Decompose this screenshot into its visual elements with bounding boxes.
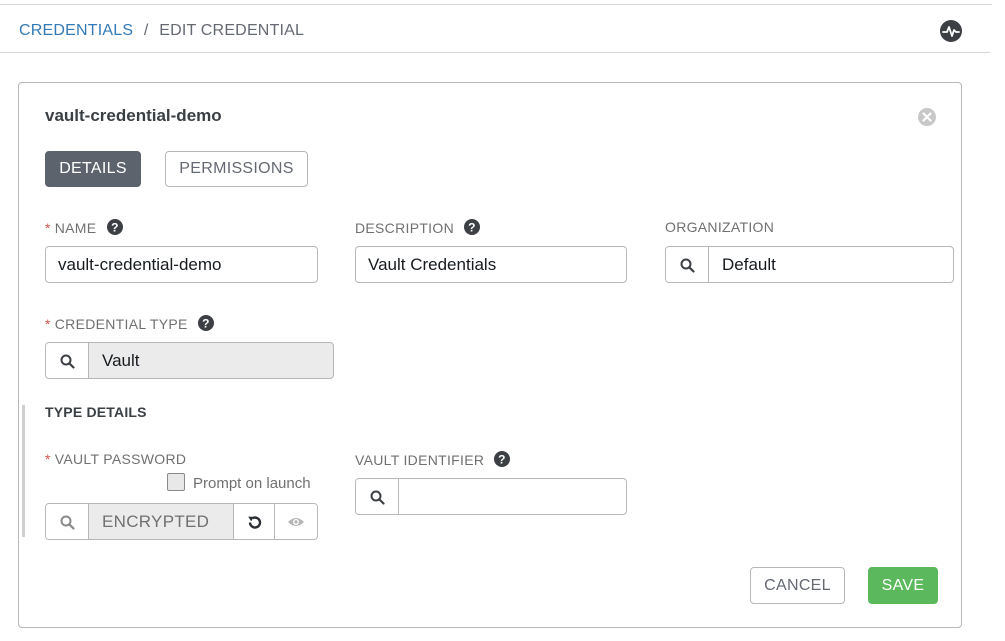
type-details-heading: TYPE DETAILS — [45, 404, 147, 420]
breadcrumb-bar: CREDENTIALS / EDIT CREDENTIAL — [0, 5, 990, 53]
required-marker: * — [45, 220, 51, 236]
prompt-on-launch-label: Prompt on launch — [193, 475, 311, 492]
vault-identifier-input[interactable] — [399, 479, 626, 514]
description-label: DESCRIPTION ? — [355, 219, 481, 236]
vault-identifier-label-text: VAULT IDENTIFIER — [355, 452, 485, 468]
breadcrumb-credentials-link[interactable]: CREDENTIALS — [19, 22, 133, 39]
breadcrumb: CREDENTIALS / EDIT CREDENTIAL — [19, 22, 304, 40]
breadcrumb-current: EDIT CREDENTIAL — [159, 22, 305, 39]
description-input[interactable]: Vault Credentials — [355, 246, 627, 283]
credential-type-label-text: CREDENTIAL TYPE — [54, 316, 188, 332]
organization-search-button[interactable] — [666, 247, 709, 282]
question-circle-icon[interactable]: ? — [464, 219, 481, 235]
prompt-on-launch: Prompt on launch — [167, 473, 311, 492]
question-circle-icon[interactable]: ? — [106, 219, 123, 235]
organization-value[interactable]: Default — [709, 247, 953, 282]
search-icon — [680, 258, 695, 273]
vault-password-group: ENCRYPTED — [45, 503, 318, 540]
credential-type-search-button[interactable] — [46, 343, 89, 378]
name-label: * NAME ? — [45, 219, 123, 236]
svg-text:?: ? — [111, 221, 119, 235]
organization-lookup: Default — [665, 246, 954, 283]
required-marker: * — [45, 451, 51, 467]
svg-text:?: ? — [499, 453, 507, 467]
required-marker: * — [45, 316, 51, 332]
description-label-text: DESCRIPTION — [355, 220, 454, 236]
question-circle-icon[interactable]: ? — [197, 315, 214, 331]
vault-identifier-label: VAULT IDENTIFIER ? — [355, 451, 511, 468]
vault-password-show-button[interactable] — [275, 504, 317, 539]
close-circle-icon[interactable] — [917, 107, 937, 127]
svg-text:?: ? — [468, 221, 476, 235]
search-icon — [60, 515, 75, 530]
organization-label: ORGANIZATION — [665, 219, 775, 235]
card-title: vault-credential-demo — [45, 106, 222, 125]
eye-icon — [288, 518, 304, 526]
search-icon — [60, 354, 75, 369]
cancel-button[interactable]: CANCEL — [750, 567, 845, 604]
vault-password-label-text: VAULT PASSWORD — [54, 451, 187, 467]
search-icon — [370, 490, 385, 505]
credential-type-lookup: Vault — [45, 342, 334, 379]
activity-stream-icon[interactable] — [940, 20, 962, 42]
breadcrumb-separator: / — [143, 22, 149, 39]
vault-identifier-search-button[interactable] — [356, 479, 399, 514]
svg-text:?: ? — [202, 317, 210, 331]
credential-type-value: Vault — [102, 351, 140, 370]
vault-password-revert-button[interactable] — [233, 504, 275, 539]
vault-password-input[interactable]: ENCRYPTED — [89, 504, 233, 539]
vault-password-label: * VAULT PASSWORD — [45, 451, 186, 467]
tab-permissions[interactable]: PERMISSIONS — [165, 151, 308, 187]
save-button[interactable]: SAVE — [868, 567, 938, 604]
name-input[interactable]: vault-credential-demo — [45, 246, 318, 283]
name-label-text: NAME — [54, 220, 97, 236]
left-edge-bar — [22, 405, 25, 537]
revert-icon — [248, 516, 262, 529]
tab-details[interactable]: DETAILS — [45, 151, 141, 187]
vault-password-search-button[interactable] — [46, 504, 89, 539]
credential-edit-card: vault-credential-demo DETAILS PERMISSION… — [18, 82, 962, 628]
question-circle-icon[interactable]: ? — [494, 451, 511, 467]
prompt-on-launch-checkbox[interactable] — [167, 473, 185, 491]
vault-identifier-field — [355, 478, 627, 515]
credential-type-label: * CREDENTIAL TYPE ? — [45, 315, 214, 332]
